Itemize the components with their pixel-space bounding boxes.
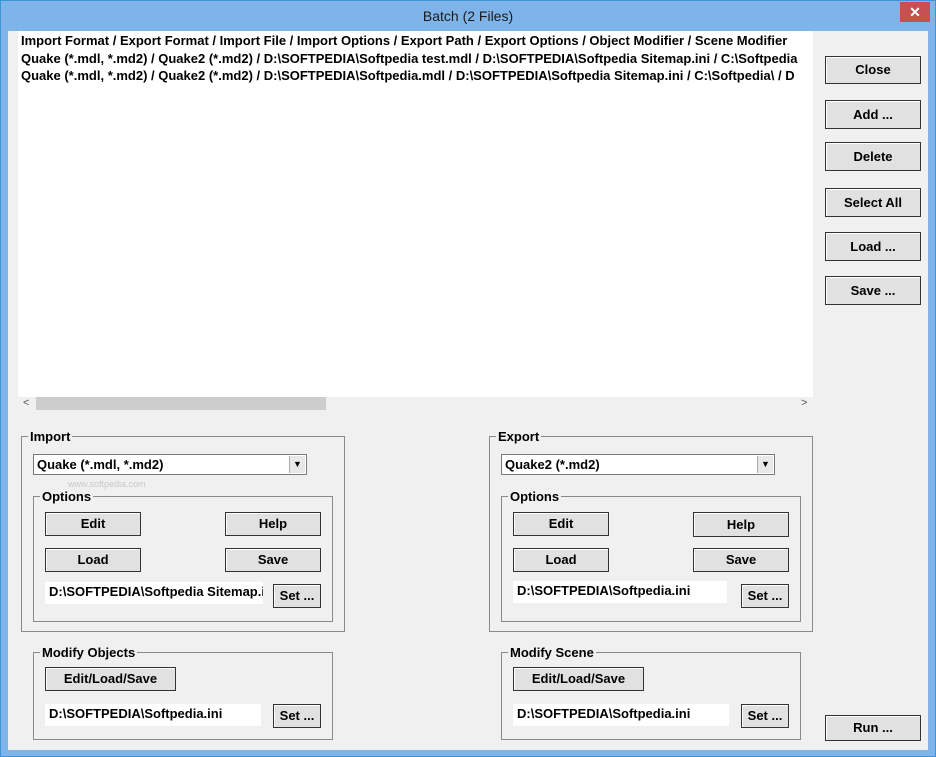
modify-scene-edit-load-save-button[interactable]: Edit/Load/Save xyxy=(513,667,644,691)
horizontal-scrollbar[interactable]: < > xyxy=(18,397,813,414)
export-save-button[interactable]: Save xyxy=(693,548,789,572)
import-format-value: Quake (*.mdl, *.md2) xyxy=(37,457,164,472)
delete-button[interactable]: Delete xyxy=(825,142,921,171)
modify-scene-set-button[interactable]: Set ... xyxy=(741,704,789,728)
close-button[interactable]: Close xyxy=(825,56,921,84)
list-header: Import Format / Export Format / Import F… xyxy=(21,33,788,48)
chevron-left-icon[interactable]: < xyxy=(23,397,29,409)
run-button[interactable]: Run ... xyxy=(825,715,921,741)
modify-objects-edit-load-save-button[interactable]: Edit/Load/Save xyxy=(45,667,176,691)
modify-objects-label: Modify Objects xyxy=(40,645,138,660)
close-icon[interactable]: ✕ xyxy=(900,2,930,22)
export-format-value: Quake2 (*.md2) xyxy=(505,457,600,472)
scrollbar-thumb[interactable] xyxy=(36,397,326,410)
save-button[interactable]: Save ... xyxy=(825,276,921,305)
export-set-button[interactable]: Set ... xyxy=(741,584,789,608)
select-all-button[interactable]: Select All xyxy=(825,188,921,217)
list-item[interactable]: Quake (*.mdl, *.md2) / Quake2 (*.md2) / … xyxy=(21,68,795,83)
import-save-button[interactable]: Save xyxy=(225,548,321,572)
window-client: Import Format / Export Format / Import F… xyxy=(8,31,928,750)
import-edit-button[interactable]: Edit xyxy=(45,512,141,536)
export-options-label: Options xyxy=(508,489,562,504)
export-options-path: D:\SOFTPEDIA\Softpedia.ini xyxy=(513,581,727,603)
watermark: www.softpedia.com xyxy=(68,479,146,489)
batch-window: Batch (2 Files) ✕ Import Format / Export… xyxy=(0,0,936,757)
chevron-down-icon[interactable]: ▼ xyxy=(757,456,773,473)
import-options-label: Options xyxy=(40,489,94,504)
load-button[interactable]: Load ... xyxy=(825,232,921,261)
add-button[interactable]: Add ... xyxy=(825,100,921,129)
export-format-select[interactable]: Quake2 (*.md2) ▼ xyxy=(501,454,775,475)
modify-scene-path: D:\SOFTPEDIA\Softpedia.ini xyxy=(513,704,729,726)
import-set-button[interactable]: Set ... xyxy=(273,584,321,608)
export-load-button[interactable]: Load xyxy=(513,548,609,572)
export-help-button[interactable]: Help xyxy=(693,512,789,537)
import-options-path: D:\SOFTPEDIA\Softpedia Sitemap.ini xyxy=(45,582,263,604)
title-bar: Batch (2 Files) ✕ xyxy=(1,1,935,31)
batch-list[interactable]: Import Format / Export Format / Import F… xyxy=(18,31,813,397)
import-format-select[interactable]: Quake (*.mdl, *.md2) ▼ xyxy=(33,454,307,475)
chevron-down-icon[interactable]: ▼ xyxy=(289,456,305,473)
window-title: Batch (2 Files) xyxy=(422,8,514,24)
modify-scene-label: Modify Scene xyxy=(508,645,596,660)
list-item[interactable]: Quake (*.mdl, *.md2) / Quake2 (*.md2) / … xyxy=(21,51,798,66)
import-group-label: Import xyxy=(28,429,73,444)
export-edit-button[interactable]: Edit xyxy=(513,512,609,536)
import-help-button[interactable]: Help xyxy=(225,512,321,536)
import-load-button[interactable]: Load xyxy=(45,548,141,572)
modify-objects-set-button[interactable]: Set ... xyxy=(273,704,321,728)
chevron-right-icon[interactable]: > xyxy=(801,397,807,409)
modify-objects-path: D:\SOFTPEDIA\Softpedia.ini xyxy=(45,704,261,726)
export-group-label: Export xyxy=(496,429,542,444)
